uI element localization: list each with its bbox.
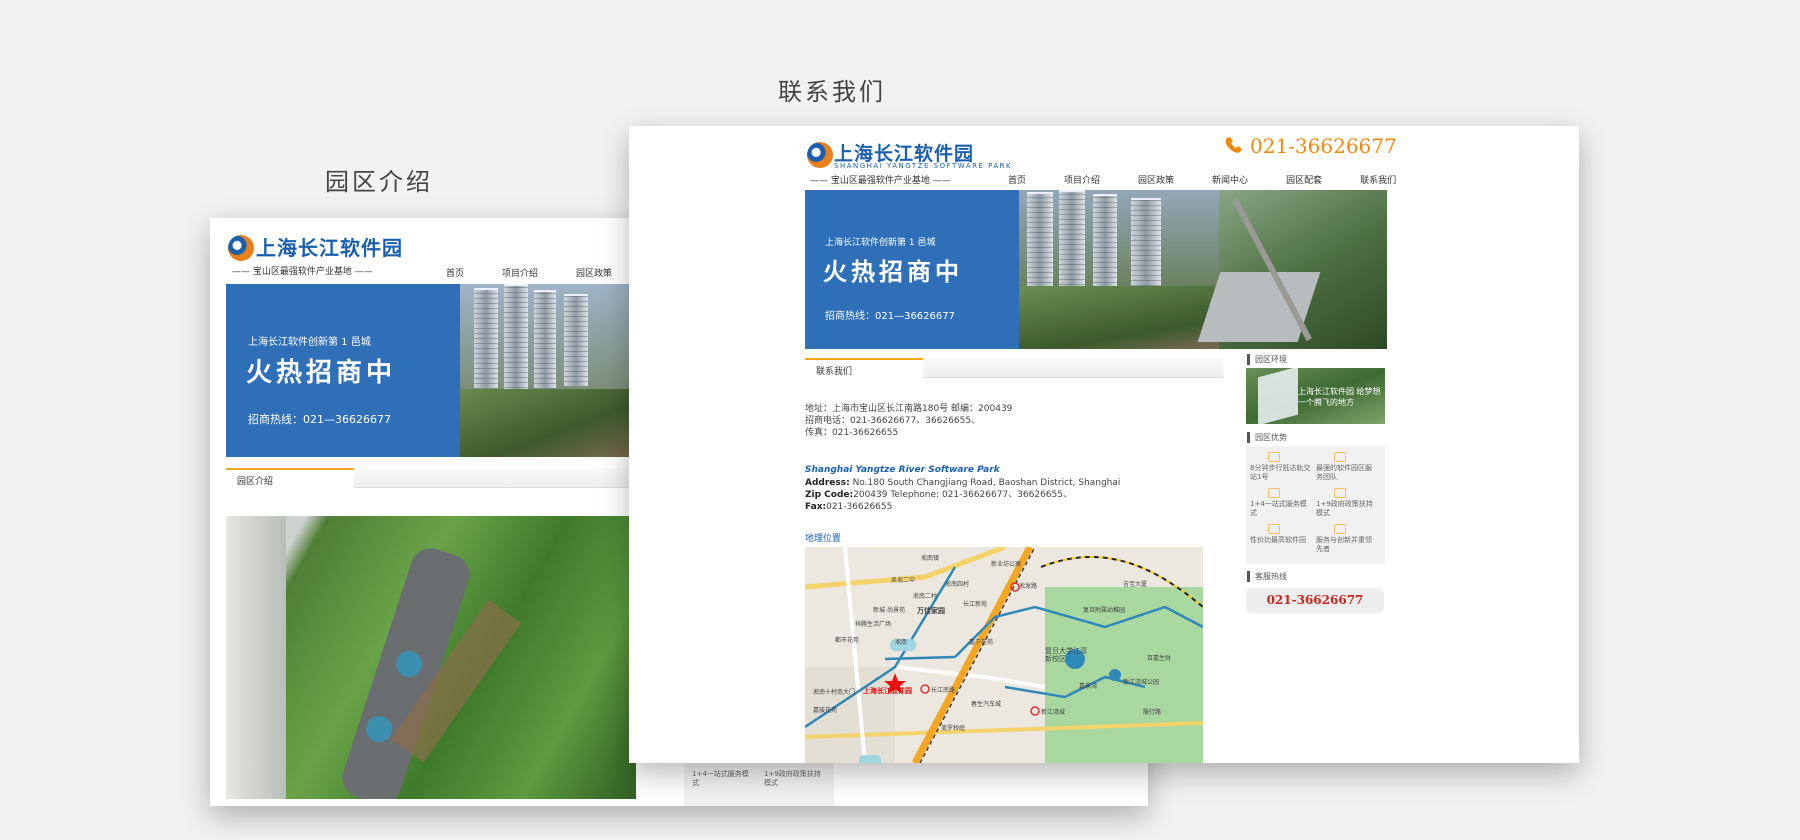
banner-hotline: 招商热线：021—36626677 [825,311,955,322]
map-label: 新江湾城 [1041,709,1066,716]
tab-park-intro[interactable]: 园区介绍 [226,468,354,488]
logo-icon [228,235,254,261]
header-phone: 021-36626677 [1223,134,1397,158]
adv-item: 性价比最高软件园 [1250,524,1312,545]
nav-policy[interactable]: 园区政策 [1138,173,1174,186]
map-label: 美罗桥庭 [941,725,966,732]
sidebar-hotline-heading: 客服热线 [1247,571,1287,582]
map-label: 淞发路 [1019,583,1038,590]
hero-banner: 上海长江软件创新第 1 邑城 火热招商中 招商热线：021—36626677 [226,284,636,457]
nav-contact[interactable]: 联系我们 [1360,173,1396,186]
map-label: 嘉骏花苑 [813,707,838,714]
logo-text: 上海长江软件园 [256,236,403,260]
banner-subtitle: 上海长江软件创新第 1 邑城 [248,337,371,348]
location-map[interactable]: 淞南镇 新业坊公寓 吴淞二中 淞南四村 淞发路 淞南二村 长江新苑 新城-尚景苑… [805,547,1203,763]
map-label: 淞南镇 [921,555,940,562]
tagline: —— 宝山区最强软件产业基地 —— [810,176,951,186]
map-label: 百嘉生财 [1147,655,1172,662]
cn-address: 地址：上海市宝山区长江南路180号 邮编：200439 [805,404,1013,414]
adv-item: 1+9政府政策扶持模式 [764,770,821,787]
map-label: 复旦附属幼稚园 [1083,607,1126,614]
map-label: 吴淞二中 [891,577,916,584]
caption-contact-us: 联系我们 [778,78,886,106]
nav-home[interactable]: 首页 [1008,173,1026,186]
nav-news[interactable]: 新闻中心 [1212,173,1248,186]
sidebar-advantages: 8分钟步行抵达轨交站1号 最强的软件园区服务团队 1+4一站式服务模式 1+9政… [1246,446,1385,564]
map-label: 殷行路 [1143,709,1162,716]
nav-home[interactable]: 首页 [446,266,464,279]
logo-icon [807,142,833,168]
map-label: 淞南四村 [945,581,970,588]
header-phone-number[interactable]: 021-36626677 [1250,134,1397,158]
en-address-value: No.180 South Changjiang Road, Baoshan Di… [849,478,1121,488]
adv-item: 最强的软件园区服务团队 [1316,452,1378,482]
section-tabbar: 园区介绍 [226,468,636,488]
park-garden-photo [226,516,636,799]
adv-item: 1+4一站式服务模式 [692,770,749,787]
en-address: Address: No.180 South Changjiang Road, B… [805,477,1120,490]
map-label: 淞南 [895,639,908,646]
map-label: 长江南路 [931,687,956,694]
en-fax-value: 021-36626655 [826,502,893,512]
adv-item: 服务与创新并重领先者 [1316,524,1378,554]
caption-park-intro: 园区介绍 [325,168,433,196]
banner-title: 火热招商中 [823,258,963,286]
map-label: 新江湾城公园 [1123,679,1160,686]
nav-project[interactable]: 项目介绍 [502,266,538,279]
en-zip-value: 200439 Telephone: 021-36626677、36626655、 [853,490,1072,500]
adv-item: 8分钟步行抵达轨交站1号 [1250,452,1312,482]
en-zip: Zip Code:200439 Telephone: 021-36626677、… [805,489,1072,502]
phone-icon [1225,137,1242,153]
en-address-label: Address: [805,478,850,488]
map-label: 复旦大学江湾新校区 [1045,647,1087,663]
banner-title: 火热招商中 [246,358,397,388]
map-label: 新城-尚景苑 [873,607,906,614]
en-title: Shanghai Yangtze River Software Park [805,465,1000,475]
nav-facilities[interactable]: 园区配套 [1286,173,1322,186]
nav-project[interactable]: 项目介绍 [1064,173,1100,186]
sidebar-env-caption: 上海长江软件园 给梦想一个腾飞的地方 [1298,387,1381,407]
en-fax: Fax:021-36626655 [805,501,892,514]
adv-item: 1+4一站式服务模式 [1250,488,1312,518]
map-label: 都市花苑 [835,637,860,644]
map-label: 长江新苑 [963,601,988,608]
map-label: 嘉宁花苑 [969,639,994,646]
map-label: 淞南二村 [913,593,938,600]
contact-page-screenshot: 上海长江软件园 SHANGHAI YANGTZE SOFTWARE PARK —… [629,126,1579,763]
banner-building-photo [460,284,636,457]
tagline: —— 宝山区最强软件产业基地 —— [232,267,373,277]
banner-hotline: 招商热线：021—36626677 [248,413,391,426]
map-label: 吉宝大厦 [1123,581,1148,588]
map-label: 新业坊公寓 [991,561,1022,568]
cn-fax: 传真：021-36626655 [805,428,899,438]
sidebar-hotline[interactable]: 021-36626677 [1246,588,1384,613]
sidebar-env-heading: 园区环境 [1247,354,1287,365]
adv-item: 1+9政府政策扶持模式 [1316,488,1378,518]
map-label: 嘉景湾 [1079,683,1098,690]
en-zip-label: Zip Code: [805,490,854,500]
map-label: 万佳家园 [917,607,945,615]
tab-contact-us[interactable]: 联系我们 [805,358,923,378]
sidebar-adv-heading: 园区优势 [1247,432,1287,443]
map-title: 地理位置 [805,534,842,544]
section-tabbar: 联系我们 [805,358,1223,378]
hero-banner: 上海长江软件创新第 1 邑城 火热招商中 招商热线：021—36626677 [805,190,1387,349]
banner-building-photo [1019,190,1387,349]
map-label: 祥腾生活广场 [855,621,892,628]
map-label: 上海长江软件园 [863,687,912,695]
nav-policy[interactable]: 园区政策 [576,266,612,279]
map-label: 春生汽车城 [971,701,1002,708]
logo-subtext: SHANGHAI YANGTZE SOFTWARE PARK [834,162,1013,170]
map-label: 淞南十村南大门 [813,689,856,696]
main-nav: 首页 项目介绍 园区政策 新闻中心 园区配套 联系我们 [1008,173,1396,186]
cn-phone: 招商电话：021-36626677、36626655、 [805,416,981,426]
banner-subtitle: 上海长江软件创新第 1 邑城 [825,238,936,248]
en-fax-label: Fax: [805,502,827,512]
main-nav: 首页 项目介绍 园区政策 [446,266,612,279]
sidebar-env-photo[interactable]: 上海长江软件园 给梦想一个腾飞的地方 [1246,368,1385,424]
